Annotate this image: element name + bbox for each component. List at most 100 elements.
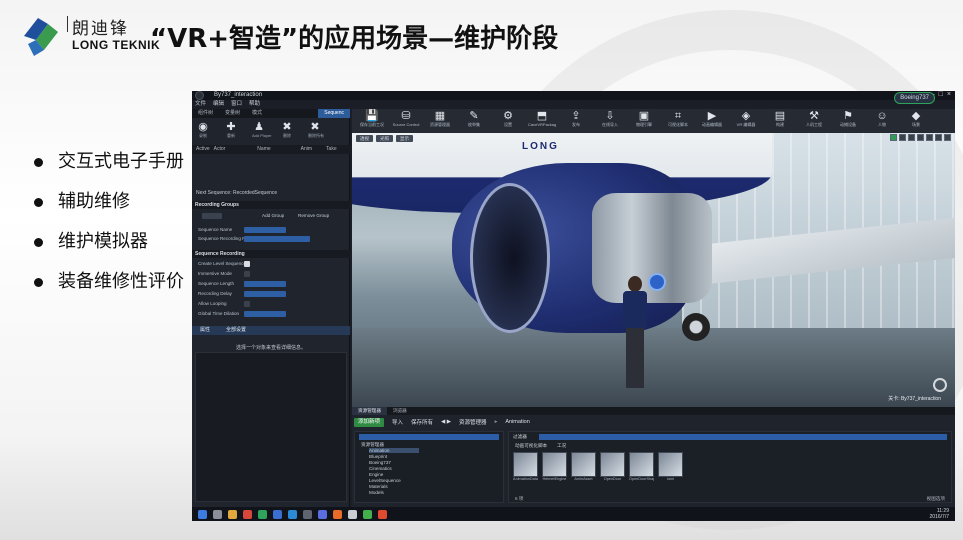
asset-tile[interactable]: OpenDoor (600, 452, 625, 481)
app-icon[interactable] (378, 509, 387, 519)
sequence-recording-input[interactable] (244, 236, 310, 242)
asset-tile[interactable]: OpenDoorShape (629, 452, 654, 481)
publish-button[interactable]: ⇪ 发布 (562, 109, 590, 133)
save-all-button[interactable]: 保存所有 (411, 418, 433, 426)
menu-file[interactable]: 文件 (195, 100, 206, 109)
tree-item[interactable]: Models (369, 490, 384, 495)
view-show[interactable]: 显示 (396, 134, 413, 142)
tab-content-manager[interactable]: 资源管理器 (352, 407, 387, 415)
delete-all-button[interactable]: ✖ 删除所有 (308, 121, 324, 139)
immersive-mode-checkbox[interactable] (244, 271, 250, 277)
app-icon[interactable] (303, 509, 312, 519)
angle-snap-icon[interactable] (935, 134, 942, 141)
visual-script-button[interactable]: ⌗ 可视化脚本 (664, 109, 692, 133)
view-lighting[interactable]: 光照 (376, 134, 393, 142)
project-badge[interactable]: Boeing737 (894, 92, 935, 104)
asset-crumb[interactable]: 动画可视化脚本 (515, 443, 547, 449)
character-button[interactable]: ☺ 人物 (868, 109, 896, 133)
physics-button[interactable]: ▣ 物理引擎 (630, 109, 658, 133)
create-level-sequence-checkbox[interactable] (244, 261, 250, 267)
app-icon[interactable] (318, 509, 327, 519)
scene-button[interactable]: ◆ 场景 (902, 109, 930, 133)
task-view-icon[interactable] (213, 509, 222, 519)
online-import-button[interactable]: ⇩ 在线导入 (596, 109, 624, 133)
tab-properties[interactable]: 属性 (192, 326, 218, 335)
allow-looping-checkbox[interactable] (244, 301, 250, 307)
tab-sequencer[interactable]: Sequenc (318, 109, 350, 118)
sequence-length-input[interactable] (244, 281, 286, 287)
menu-edit[interactable]: 编辑 (213, 100, 224, 109)
tree-item[interactable]: LevelSequence (369, 478, 401, 483)
rotate-tool-icon[interactable] (908, 134, 915, 141)
build-button[interactable]: ▤ 构建 (766, 109, 794, 133)
edge-icon[interactable] (288, 509, 297, 519)
wechat-icon[interactable] (258, 509, 267, 519)
import-button[interactable]: 导入 (392, 418, 403, 426)
content-manager-button[interactable]: ▦ 资源管理器 (426, 109, 454, 133)
tree-item[interactable]: Animation (369, 448, 420, 453)
record-button[interactable]: ◉ 录制 (196, 121, 210, 139)
start-icon[interactable] (198, 509, 207, 519)
group-dropdown[interactable] (202, 213, 222, 219)
view-options-button[interactable]: 视图选项 (927, 496, 945, 502)
path-current[interactable]: Animation (505, 419, 529, 425)
time-dilation-input[interactable] (244, 311, 286, 317)
recording-delay-input[interactable] (244, 291, 286, 297)
add-button[interactable]: ✚ 重新 (224, 121, 238, 139)
tree-item[interactable]: Boeing737 (369, 460, 391, 465)
delete-button[interactable]: ✖ 删除 (280, 121, 294, 139)
history-arrows-icon[interactable]: ◀ ▶ (441, 419, 451, 425)
tree-item[interactable]: Materials (369, 484, 388, 489)
tree-item[interactable]: Blueprint (369, 454, 387, 459)
remove-group-button[interactable]: Remove Group (298, 213, 329, 218)
filter-button[interactable]: 过滤器 (513, 434, 527, 440)
move-tool-icon[interactable] (899, 134, 906, 141)
asset-tile[interactable]: AnimationData (513, 452, 538, 481)
app-icon[interactable] (348, 509, 357, 519)
add-group-button[interactable]: Add Group (262, 213, 284, 218)
app-icon[interactable] (333, 509, 342, 519)
animation-editor-button[interactable]: ▶ 动画编辑器 (698, 109, 726, 133)
system-clock[interactable]: 11:29 2016/7/7 (930, 508, 949, 520)
ergonomics-button[interactable]: ⚒ 人机工程 (800, 109, 828, 133)
select-tool-icon[interactable] (890, 134, 897, 141)
menu-window[interactable]: 窗口 (231, 100, 242, 109)
tab-all-settings[interactable]: 全部设置 (218, 326, 254, 335)
source-control-button[interactable]: ⛁ Source Control (392, 109, 420, 133)
chrome-icon[interactable] (243, 509, 252, 519)
settings-button[interactable]: ⚙ 设置 (494, 109, 522, 133)
maximize-icon[interactable]: □ (939, 91, 943, 98)
add-player-button[interactable]: ♟ Add Player (252, 121, 272, 139)
package-button[interactable]: ⬒ CaveVRPackage (528, 109, 556, 133)
section-recording-groups[interactable]: Recording Groups (192, 201, 350, 209)
qq-icon[interactable] (273, 509, 282, 519)
grid-snap-icon[interactable] (926, 134, 933, 141)
enum-button[interactable]: ✎ 枚举集 (460, 109, 488, 133)
add-new-button[interactable]: 添加新项 (354, 417, 385, 427)
asset-search-input[interactable] (539, 434, 947, 440)
camera-speed-icon[interactable] (944, 134, 951, 141)
app-icon[interactable] (363, 509, 372, 519)
technician-avatar[interactable] (620, 276, 650, 396)
asset-tile[interactable]: AnimAsset (571, 452, 596, 481)
asset-crumb[interactable]: 工况 (557, 443, 566, 449)
tab-browser[interactable]: 浏览器 (387, 407, 413, 415)
asset-tile[interactable]: HelmetEngine (542, 452, 567, 481)
folder-search-input[interactable] (359, 434, 499, 440)
view-perspective[interactable]: 透视 (356, 134, 373, 142)
3d-viewport[interactable]: LONG 透视 光照 显示 关卡: By737_interaction (352, 133, 955, 407)
path-root[interactable]: 资源管理器 (459, 418, 487, 426)
tree-item[interactable]: Cinematics (369, 466, 392, 471)
asset-tile[interactable]: Iomi (658, 452, 683, 481)
motion-capture-button[interactable]: ⚑ 动捕设备 (834, 109, 862, 133)
close-icon[interactable]: × (947, 91, 951, 98)
tab-component-tree[interactable]: 组件树 (192, 109, 219, 118)
scale-tool-icon[interactable] (917, 134, 924, 141)
tab-variable-tree[interactable]: 变量树 (219, 109, 246, 118)
sequence-name-input[interactable] (244, 227, 286, 233)
explorer-icon[interactable] (228, 509, 237, 519)
tree-item[interactable]: Engine (369, 472, 383, 477)
vr-helmet[interactable] (648, 273, 666, 291)
section-sequence-recording[interactable]: Sequence Recording (192, 250, 350, 258)
vr-editor-button[interactable]: ◈ VR 编辑器 (732, 109, 760, 133)
